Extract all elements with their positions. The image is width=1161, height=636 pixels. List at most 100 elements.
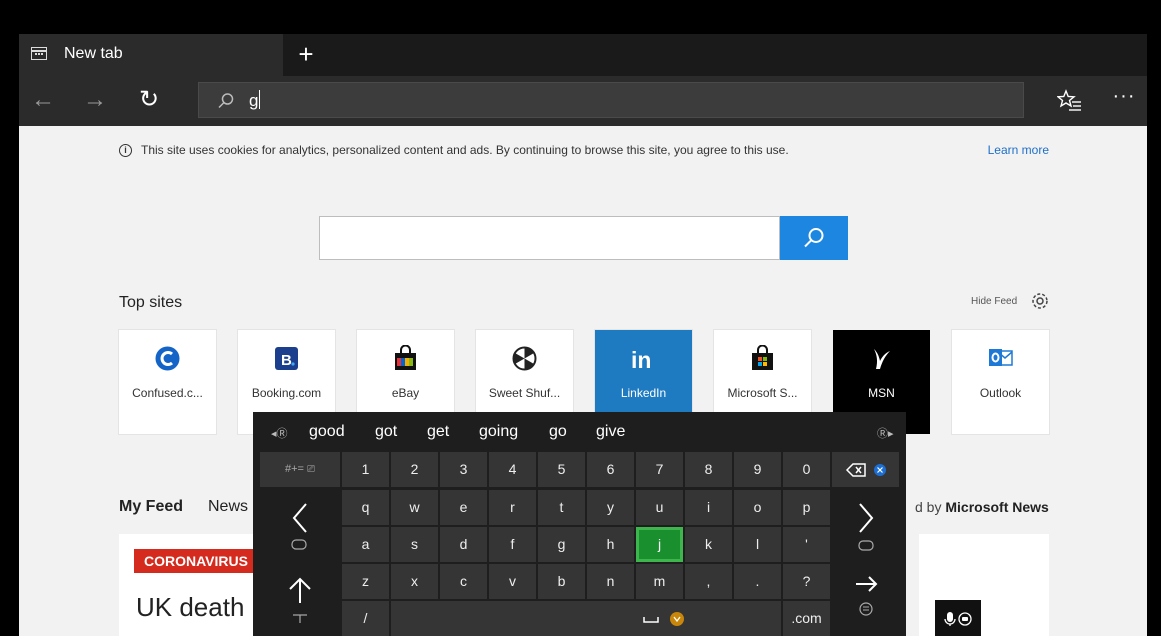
key-9[interactable]: 9 [734, 452, 781, 487]
top-sites-title: Top sites [119, 294, 183, 311]
key-g[interactable]: g [538, 527, 585, 562]
key-b[interactable]: b [538, 564, 585, 599]
forward-button[interactable]: → [79, 86, 111, 116]
feed-tabs: My Feed News [119, 498, 248, 516]
key-5[interactable]: 5 [538, 452, 585, 487]
key-slash[interactable]: / [342, 601, 389, 636]
key-t[interactable]: t [538, 490, 585, 525]
key-p[interactable]: p [783, 490, 830, 525]
backspace-icon [845, 463, 886, 478]
tab-my-feed[interactable]: My Feed [119, 498, 183, 515]
on-screen-keyboard: ◂Ⓡ good got get going go give Ⓡ▸ #+= ⎚ 1… [253, 412, 906, 636]
key-k[interactable]: k [685, 527, 732, 562]
search-icon [218, 93, 234, 109]
key-o[interactable]: o [734, 490, 781, 525]
top-site-tile-outlook[interactable]: Outlook [952, 330, 1049, 434]
tile-label: Sweet Shuf... [488, 386, 561, 400]
dotcom-key[interactable]: .com [783, 601, 830, 636]
key-7[interactable]: 7 [636, 452, 683, 487]
key-3[interactable]: 3 [440, 452, 487, 487]
microphone-button[interactable] [935, 600, 981, 636]
key-z[interactable]: z [342, 564, 389, 599]
cookie-text: This site uses cookies for analytics, pe… [141, 143, 789, 157]
key-comma[interactable]: , [685, 564, 732, 599]
sweet-shuffle-icon [512, 346, 537, 371]
key-u[interactable]: u [636, 490, 683, 525]
tab-page-icon [31, 47, 47, 60]
web-search-button[interactable] [780, 216, 848, 260]
tab-news[interactable]: News [208, 498, 248, 516]
gear-icon[interactable] [1029, 290, 1051, 312]
shift-key[interactable] [260, 565, 340, 635]
address-input[interactable]: g [249, 90, 261, 111]
key-s[interactable]: s [391, 527, 438, 562]
key-x[interactable]: x [391, 564, 438, 599]
cookie-banner: i This site uses cookies for analytics, … [119, 143, 1049, 163]
key-0[interactable]: 0 [783, 452, 830, 487]
suggestion-prev-icon[interactable]: ◂Ⓡ [271, 425, 288, 441]
tile-label: Booking.com [251, 386, 322, 400]
cursor-left-key[interactable] [260, 490, 340, 560]
svg-text:in: in [631, 347, 651, 372]
address-bar[interactable]: g [198, 82, 1024, 118]
key-v[interactable]: v [489, 564, 536, 599]
tile-label: Outlook [979, 386, 1022, 400]
tab-new-tab[interactable]: New tab [19, 34, 283, 76]
backspace-key[interactable] [832, 452, 899, 487]
news-card[interactable]: CORONAVIRUS UK death [119, 534, 258, 636]
suggestion-item[interactable]: give [596, 423, 625, 441]
key-2[interactable]: 2 [391, 452, 438, 487]
key-f[interactable]: f [489, 527, 536, 562]
symbols-key[interactable]: #+= ⎚ [260, 452, 340, 487]
key-question[interactable]: ? [783, 564, 830, 599]
key-y[interactable]: y [587, 490, 634, 525]
cursor-right-key[interactable] [832, 490, 899, 562]
enter-arrow-icon [856, 576, 878, 616]
key-w[interactable]: w [391, 490, 438, 525]
key-1[interactable]: 1 [342, 452, 389, 487]
key-d[interactable]: d [440, 527, 487, 562]
suggestion-item[interactable]: good [309, 423, 345, 441]
learn-more-link[interactable]: Learn more [988, 143, 1049, 157]
enter-key[interactable] [832, 564, 899, 636]
suggestion-item[interactable]: get [427, 423, 449, 441]
tile-label: LinkedIn [620, 386, 667, 400]
microphone-icon [944, 611, 972, 626]
linkedin-icon: in [631, 347, 651, 372]
key-apostrophe[interactable]: ' [783, 527, 830, 562]
space-icon [643, 612, 684, 627]
spacebar-key[interactable] [391, 601, 781, 636]
chevron-right-icon [858, 503, 874, 551]
key-4[interactable]: 4 [489, 452, 536, 487]
favorites-star-icon[interactable] [1057, 88, 1083, 114]
more-options-button[interactable]: ··· [1109, 84, 1139, 114]
suggestion-item[interactable]: got [375, 423, 397, 441]
key-n[interactable]: n [587, 564, 634, 599]
back-button[interactable]: ← [27, 86, 59, 116]
key-j-selected[interactable]: j [636, 527, 683, 562]
key-i[interactable]: i [685, 490, 732, 525]
hide-feed-link[interactable]: Hide Feed [971, 296, 1017, 307]
key-8[interactable]: 8 [685, 452, 732, 487]
key-m[interactable]: m [636, 564, 683, 599]
suggestion-next-icon[interactable]: Ⓡ▸ [877, 425, 894, 441]
key-c[interactable]: c [440, 564, 487, 599]
top-site-tile-confused[interactable]: Confused.c... [119, 330, 216, 434]
key-6[interactable]: 6 [587, 452, 634, 487]
key-q[interactable]: q [342, 490, 389, 525]
key-h[interactable]: h [587, 527, 634, 562]
suggestion-item[interactable]: going [479, 423, 518, 441]
search-icon [804, 228, 824, 248]
new-tab-button[interactable]: + [291, 40, 321, 70]
suggestion-item[interactable]: go [549, 423, 567, 441]
chevron-left-icon [291, 503, 307, 550]
booking-icon: B [275, 347, 298, 370]
web-search-input[interactable] [319, 216, 780, 260]
key-a[interactable]: a [342, 527, 389, 562]
key-l[interactable]: l [734, 527, 781, 562]
key-e[interactable]: e [440, 490, 487, 525]
key-r[interactable]: r [489, 490, 536, 525]
key-period[interactable]: . [734, 564, 781, 599]
navigation-bar: ← → ↻ g ··· [19, 76, 1147, 126]
refresh-button[interactable]: ↻ [133, 86, 165, 116]
